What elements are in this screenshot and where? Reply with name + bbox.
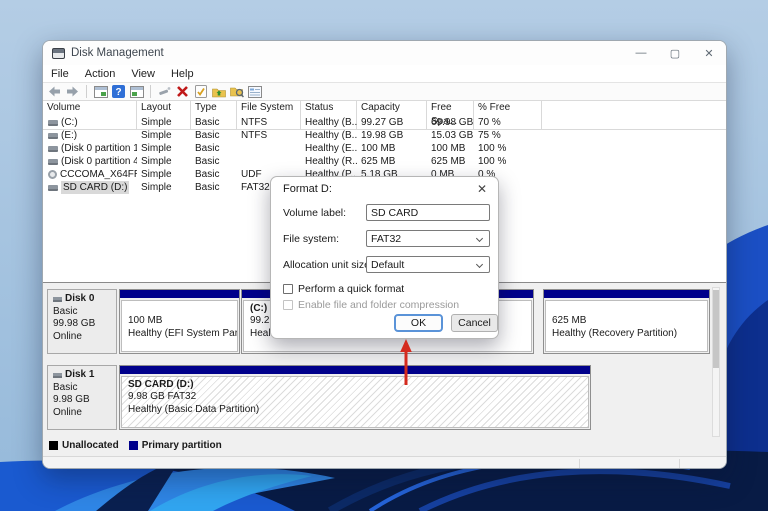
primary-partition-swatch [129,441,138,450]
back-icon[interactable] [47,85,62,99]
close-button[interactable]: ✕ [692,41,726,65]
toolbar-separator [150,85,151,98]
dialog-close-icon[interactable]: ✕ [477,182,487,196]
drive-icon [48,133,58,139]
partition-color-bar [120,290,239,298]
drive-icon [48,146,58,152]
window-title: Disk Management [71,47,624,59]
menu-file[interactable]: File [43,68,77,80]
volume-label-label: Volume label: [283,207,346,219]
partition-sd-card[interactable]: SD CARD (D:) 9.98 GB FAT32 Healthy (Basi… [119,365,591,430]
compression-checkbox: Enable file and folder compression [283,299,459,311]
titlebar[interactable]: Disk Management — ▢ ✕ [43,41,726,65]
table-row[interactable]: (Disk 0 partition 1) SimpleBasic Healthy… [43,142,726,155]
disk1-label[interactable]: Disk 1 Basic 9.98 GB Online [47,365,117,430]
help-icon[interactable]: ? [111,85,126,99]
quick-format-checkbox[interactable]: Perform a quick format [283,283,404,295]
app-icon [52,48,65,59]
legend-label: Primary partition [142,440,222,451]
properties-icon[interactable] [247,85,262,99]
table-row[interactable]: (E:) SimpleBasic NTFSHealthy (B... 19.98… [43,129,726,142]
partition-color-bar [120,366,590,374]
toolbar-separator [86,85,87,98]
volume-table-header: Volume Layout Type File System Status Ca… [43,101,726,116]
console-tree-icon[interactable] [93,85,108,99]
menu-view[interactable]: View [123,68,163,80]
drive-icon [48,120,58,126]
vertical-scrollbar[interactable] [712,287,720,437]
console-window-icon[interactable] [129,85,144,99]
cd-icon [48,170,57,179]
unallocated-swatch [49,441,58,450]
scrollbar-thumb[interactable] [713,290,719,368]
annotation-arrow [399,338,413,388]
checkbox-icon [283,300,293,310]
ok-button[interactable]: OK [394,314,443,332]
checkbox-icon[interactable] [283,284,293,294]
cancel-button[interactable]: Cancel [451,314,498,332]
folder-up-icon[interactable] [211,85,226,99]
chevron-down-icon [476,261,483,268]
forward-icon[interactable] [65,85,80,99]
menu-bar: File Action View Help [43,65,726,82]
dialog-title: Format D: [283,183,332,195]
disk-icon [53,373,62,378]
allocation-unit-select[interactable]: Default [366,256,490,273]
toolbar: ? [43,82,726,101]
disk1-row: Disk 1 Basic 9.98 GB Online SD CARD (D:)… [43,365,726,430]
check-document-icon[interactable] [193,85,208,99]
table-row[interactable]: (Disk 0 partition 4) SimpleBasic Healthy… [43,155,726,168]
menu-action[interactable]: Action [77,68,124,80]
partition-recovery[interactable]: 625 MB Healthy (Recovery Partition) [543,289,710,354]
menu-help[interactable]: Help [163,68,202,80]
partition-color-bar [544,290,709,298]
svg-text:?: ? [115,87,121,98]
delete-volume-icon[interactable] [175,85,190,99]
folder-search-icon[interactable] [229,85,244,99]
wand-icon[interactable] [157,85,172,99]
partition-efi-system[interactable]: 100 MB Healthy (EFI System Partition [119,289,240,354]
minimize-button[interactable]: — [624,41,658,65]
allocation-unit-label: Allocation unit size: [283,259,373,271]
file-system-select[interactable]: FAT32 [366,230,490,247]
format-dialog: Format D: ✕ Volume label: File system: F… [270,176,499,339]
chevron-down-icon [476,235,483,242]
drive-icon [48,185,58,191]
file-system-label: File system: [283,233,339,245]
table-row[interactable]: (C:) SimpleBasic NTFSHealthy (B... 99.27… [43,116,726,129]
volume-label-input[interactable] [366,204,490,221]
disk0-label[interactable]: Disk 0 Basic 99.98 GB Online [47,289,117,354]
legend-label: Unallocated [62,440,119,451]
status-bar [43,456,726,469]
maximize-button[interactable]: ▢ [658,41,692,65]
disk-icon [53,297,62,302]
legend: Unallocated Primary partition [49,440,222,451]
drive-icon [48,159,58,165]
